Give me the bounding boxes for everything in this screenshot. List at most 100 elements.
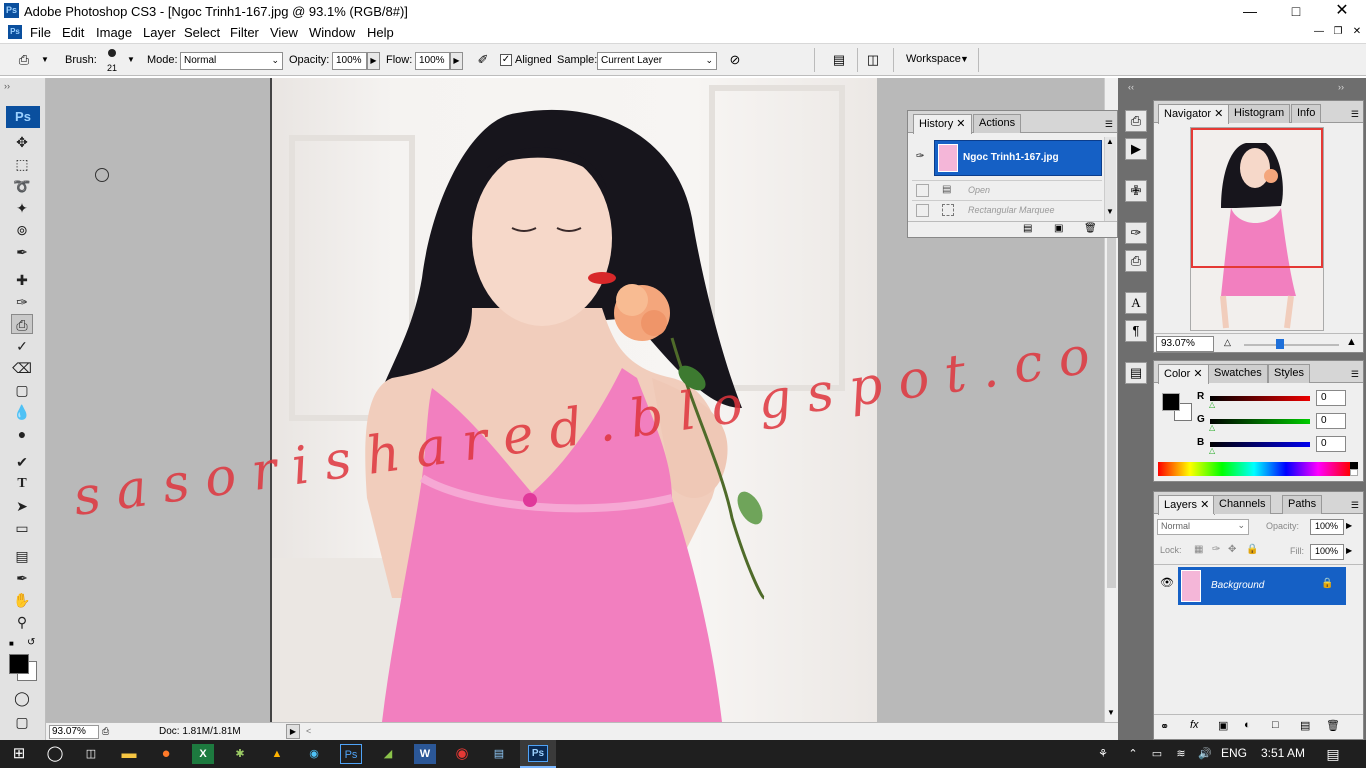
history-snapshot[interactable]: Ngoc Trinh1-167.jpg [934, 140, 1102, 176]
airbrush-icon[interactable]: ✐ [473, 50, 493, 70]
history-brush-source-icon[interactable]: ✑ [916, 151, 924, 162]
app-icon[interactable]: ◉ [303, 744, 325, 764]
menu-window[interactable]: Window [309, 25, 355, 40]
history-source-box[interactable] [916, 204, 929, 217]
opacity-input[interactable]: 100% [332, 52, 367, 70]
spectrum-white[interactable] [1350, 469, 1358, 476]
mode-select[interactable]: Normal ⌄ [180, 52, 283, 70]
sample-select[interactable]: Current Layer ⌄ [597, 52, 717, 70]
channel-g-value[interactable]: 0 [1316, 413, 1346, 429]
link-layers-icon[interactable]: ⚭ [1160, 720, 1169, 733]
slider-thumb-icon[interactable]: △ [1209, 446, 1215, 455]
lock-pixels-icon[interactable]: ✑ [1212, 544, 1220, 555]
file-explorer-icon[interactable]: ▬ [118, 744, 140, 764]
navigator-thumbnail[interactable] [1190, 127, 1324, 331]
delete-layer-icon[interactable]: 🗑 [1326, 719, 1340, 732]
camera-icon[interactable]: ▣ [1054, 223, 1063, 234]
photoshop-toolbox-logo-icon[interactable]: Ps [6, 106, 40, 128]
foreground-color-swatch[interactable] [9, 654, 29, 674]
dock-layer-comps-icon[interactable]: ▤ [1125, 362, 1147, 384]
collapse-toolbox-icon[interactable]: ›› [4, 81, 10, 91]
workspace-menu[interactable]: Workspace [906, 53, 961, 65]
channel-r-slider[interactable] [1210, 396, 1310, 401]
new-layer-icon[interactable]: ▤ [1300, 719, 1310, 732]
crop-tool-icon[interactable]: ⊚ [11, 220, 33, 240]
adjustment-layer-icon[interactable]: ◐ [1244, 719, 1251, 731]
clone-stamp-tool-icon[interactable]: ⎙ [11, 314, 33, 334]
slider-thumb-icon[interactable]: △ [1209, 423, 1215, 432]
history-scrollbar[interactable]: ▲ ▼ [1104, 137, 1116, 221]
pen-tool-icon[interactable]: ✔ [11, 452, 33, 472]
default-colors-icon[interactable]: ■ [9, 639, 14, 648]
preset-dropdown-icon[interactable]: ▼ [41, 55, 49, 64]
menu-view[interactable]: View [270, 25, 298, 40]
quick-mask-icon[interactable]: ◯ [11, 688, 33, 708]
spectrum-black[interactable] [1350, 462, 1358, 469]
aligned-checkbox[interactable]: ✓ [500, 54, 512, 66]
tab-histogram[interactable]: Histogram [1228, 104, 1291, 123]
channel-g-slider[interactable] [1210, 419, 1310, 424]
hand-tool-icon[interactable]: ✋ [11, 590, 33, 610]
active-app-tab[interactable]: Ps [520, 740, 556, 768]
panel-menu-icon[interactable]: ☰ [1105, 119, 1113, 130]
lasso-tool-icon[interactable]: ➰ [11, 176, 33, 196]
layer-style-icon[interactable]: fx [1190, 719, 1199, 731]
blur-tool-icon[interactable]: 💧 [11, 402, 33, 422]
lock-all-icon[interactable]: 🔒 [1246, 544, 1258, 555]
scroll-left-icon[interactable]: < [306, 726, 311, 736]
workspace-dropdown-icon[interactable]: ▼ [960, 54, 969, 64]
firefox-icon[interactable]: ● [155, 744, 177, 764]
menu-layer[interactable]: Layer [143, 25, 176, 40]
doc-close-icon[interactable]: ✕ [1348, 25, 1366, 39]
move-tool-icon[interactable]: ✥ [11, 132, 33, 152]
zoom-out-icon[interactable]: △ [1224, 337, 1231, 348]
dock-paragraph-icon[interactable]: ¶ [1125, 320, 1147, 342]
navigator-view-box[interactable] [1191, 128, 1323, 268]
dock-actions-icon[interactable]: ▶ [1125, 138, 1147, 160]
dock-collapse-icon[interactable]: ‹‹ [1128, 82, 1134, 92]
tab-paths[interactable]: Paths [1282, 495, 1323, 514]
brush-tip-icon[interactable] [108, 49, 116, 57]
dock-history-icon[interactable]: ⎙ [1125, 110, 1147, 132]
status-arrow-icon[interactable]: ▶ [286, 724, 300, 739]
channel-r-value[interactable]: 0 [1316, 390, 1346, 406]
healing-brush-tool-icon[interactable]: ✚ [11, 270, 33, 290]
history-item-marquee[interactable]: Rectangular Marquee [912, 200, 1102, 220]
app-icon[interactable]: ▲ [266, 744, 288, 764]
menu-edit[interactable]: Edit [62, 25, 84, 40]
fill-input[interactable]: 100% [1310, 544, 1344, 560]
zoom-slider-track[interactable] [1244, 344, 1339, 346]
bridge-icon[interactable]: ◫ [863, 50, 883, 70]
zoom-in-icon[interactable]: ▲ [1346, 336, 1357, 348]
scroll-down-icon[interactable]: ▼ [1106, 207, 1114, 216]
tab-actions[interactable]: Actions [973, 114, 1022, 133]
visibility-eye-icon[interactable]: 👁 [1160, 576, 1174, 589]
layer-mask-icon[interactable]: ▣ [1218, 719, 1228, 732]
word-icon[interactable]: W [414, 744, 436, 764]
history-brush-tool-icon[interactable]: ✓ [11, 336, 33, 356]
menu-image[interactable]: Image [96, 25, 132, 40]
tab-navigator[interactable]: Navigator ✕ [1158, 104, 1230, 124]
app-icon[interactable]: ◢ [377, 744, 399, 764]
trash-icon[interactable]: 🗑 [1084, 223, 1097, 234]
zoom-tool-icon[interactable]: ⚲ [11, 612, 33, 632]
dock-brushes-icon[interactable]: ✑ [1125, 222, 1147, 244]
doc-restore-icon[interactable]: ❐ [1329, 25, 1347, 39]
minimize-icon[interactable]: — [1227, 0, 1273, 22]
layer-row-background[interactable]: Background 🔒 [1178, 567, 1346, 605]
history-item-open[interactable]: ▤ Open [912, 180, 1102, 200]
cortana-icon[interactable]: ◯ [44, 744, 66, 764]
windows-start-icon[interactable]: ⊞ [8, 744, 30, 764]
tab-layers[interactable]: Layers ✕ [1158, 495, 1216, 515]
clock[interactable]: 3:51 AM [1261, 746, 1305, 760]
screen-mode-icon[interactable]: ▢ [11, 712, 33, 732]
new-group-icon[interactable]: □ [1272, 719, 1279, 731]
tab-history[interactable]: History ✕ [913, 114, 972, 134]
navigator-zoom[interactable]: 93.07% [1156, 336, 1214, 352]
dock-character-icon[interactable]: A [1125, 292, 1147, 314]
path-selection-tool-icon[interactable]: ➤ [11, 496, 33, 516]
chrome-icon[interactable]: ◉ [451, 744, 473, 764]
brush-tool-icon[interactable]: ✑ [11, 292, 33, 312]
palette-well-icon[interactable]: ▤ [829, 50, 849, 70]
tab-info[interactable]: Info [1291, 104, 1322, 123]
